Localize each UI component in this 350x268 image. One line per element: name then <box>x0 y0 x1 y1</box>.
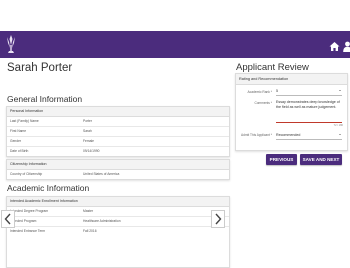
field-value: United States of America <box>83 172 120 176</box>
table-row: First Name Sarah <box>7 127 229 137</box>
chevron-down-icon <box>339 134 341 135</box>
field-value: Female <box>83 139 94 143</box>
field-value: Fall 2016 <box>83 229 97 233</box>
university-crest-icon[interactable] <box>3 33 19 55</box>
comments-label: Comments * <box>254 101 272 105</box>
table-row: Country of Citizenship United States of … <box>7 170 229 179</box>
panel-title: Personal Information <box>7 107 229 117</box>
academic-rank-select[interactable]: 5 <box>276 87 342 96</box>
home-icon[interactable] <box>329 39 340 51</box>
applicant-review-heading: Applicant Review <box>236 62 309 73</box>
previous-record-button[interactable] <box>1 210 15 228</box>
academic-information-heading: Academic Information <box>7 183 90 193</box>
academic-rank-label: Academic Rank * <box>247 90 272 94</box>
card-title: Rating and Recommendation <box>236 74 347 85</box>
table-row: Gender Female <box>7 137 229 147</box>
table-row: Intended Degree Program Master <box>7 207 229 217</box>
field-value: Master <box>83 209 94 213</box>
table-row: Last (Family) Name Porter <box>7 117 229 127</box>
field-value: Healthcare Administration <box>83 219 121 223</box>
top-whitespace <box>0 0 350 31</box>
table-row: Date of Birth 09/14/1990 <box>7 147 229 156</box>
admit-applicant-value: Recommended <box>276 133 301 137</box>
panel-title: Intended Academic Enrollment Information <box>7 197 229 207</box>
field-label: Gender <box>10 139 21 143</box>
field-label: Intended Degree Program <box>10 209 49 213</box>
general-information-heading: General Information <box>7 94 83 104</box>
chevron-left-icon <box>4 213 11 225</box>
chevron-down-icon <box>339 90 341 91</box>
field-value: Porter <box>83 119 92 123</box>
next-record-button[interactable] <box>211 210 225 228</box>
rating-recommendation-card: Rating and Recommendation Academic Rank … <box>235 73 348 151</box>
comments-value: Essay demonstrates deep knowledge of the… <box>276 100 340 110</box>
app-header <box>0 31 350 58</box>
table-row: Intended Entrance Term Fall 2016 <box>7 227 229 236</box>
table-row: Intended Program Healthcare Administrati… <box>7 217 229 227</box>
field-label: First Name <box>10 129 27 133</box>
citizenship-information-panel: Citizenship Information Country of Citiz… <box>6 159 230 180</box>
personal-information-panel: Personal Information Last (Family) Name … <box>6 106 230 157</box>
field-value: Sarah <box>83 129 92 133</box>
user-icon[interactable] <box>343 39 350 52</box>
field-label: Country of Citizenship <box>10 172 43 176</box>
panel-title: Citizenship Information <box>7 160 229 170</box>
field-label: Last (Family) Name <box>10 119 39 123</box>
character-counter: 72 / 180 <box>333 124 343 127</box>
student-name: Sarah Porter <box>7 62 73 74</box>
academic-rank-value: 5 <box>276 89 278 93</box>
comments-textarea[interactable]: Essay demonstrates deep knowledge of the… <box>276 100 342 123</box>
field-label: Date of Birth <box>10 149 29 153</box>
field-value: 09/14/1990 <box>83 149 100 153</box>
field-label: Intended Entrance Term <box>10 229 46 233</box>
enrollment-information-panel: Intended Academic Enrollment Information… <box>6 196 230 268</box>
previous-button[interactable]: PREVIOUS <box>266 154 297 165</box>
admit-applicant-label: Admit This Applicant * <box>241 133 272 137</box>
save-and-next-button[interactable]: SAVE AND NEXT <box>300 154 342 165</box>
chevron-right-icon <box>215 213 222 225</box>
admit-applicant-select[interactable]: Recommended <box>276 131 342 140</box>
